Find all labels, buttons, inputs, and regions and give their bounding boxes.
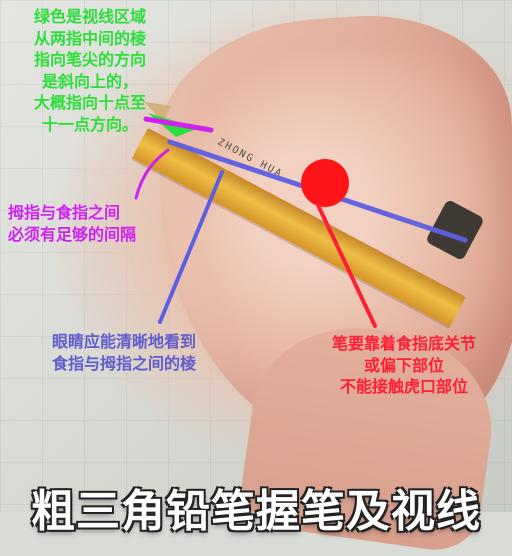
red-leader-line <box>316 203 377 328</box>
image-title: 粗三角铅笔握笔及视线 <box>31 486 481 538</box>
magenta-leader-line <box>134 148 170 200</box>
magenta-caption: 拇指与食指之间 必须有足够的间隔 <box>8 203 137 244</box>
blue-leader-line <box>158 170 224 324</box>
blue-caption: 眼睛应能清晰地看到 食指与拇指之间的棱 <box>52 332 197 373</box>
joint-position-dot <box>301 159 349 207</box>
red-caption: 笔要靠着食指底关节 或偏下部位 不能接触虎口部位 <box>331 334 476 397</box>
green-caption: 绿色是视线区域 从两指中间的棱 指向笔尖的方向 是斜向上的， 大概指向十点至 十… <box>33 7 146 134</box>
